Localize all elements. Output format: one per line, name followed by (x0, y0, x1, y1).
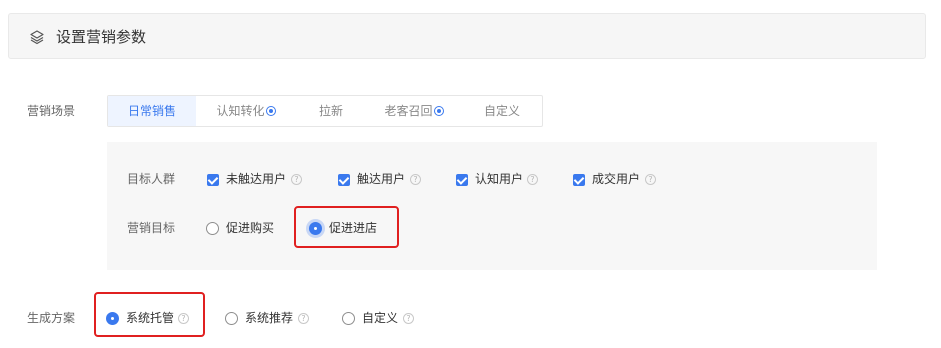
radio-system-recommend[interactable] (225, 312, 238, 325)
help-icon[interactable]: ? (645, 174, 656, 185)
option-label: 系统托管 (126, 311, 175, 325)
radio-promote-purchase[interactable] (206, 222, 219, 235)
option-label: 促进购买 (226, 221, 275, 235)
tab-cognition-conversion[interactable]: 认知转化 (200, 96, 292, 126)
radio-custom-plan[interactable] (342, 312, 355, 325)
checkbox-converted-users[interactable] (573, 174, 585, 186)
goal-label: 营销目标 (127, 221, 176, 235)
checkbox-cognition-users[interactable] (456, 174, 468, 186)
help-icon[interactable]: ? (410, 174, 421, 185)
badge-dot-icon (433, 106, 444, 116)
tab-custom[interactable]: 自定义 (462, 96, 542, 126)
checkbox-touched-users[interactable] (338, 174, 350, 186)
audience-goal-panel (107, 142, 877, 270)
option-label: 自定义 (362, 311, 399, 325)
option-label: 触达用户 (357, 172, 406, 186)
tab-new-customers[interactable]: 拉新 (298, 96, 364, 126)
help-icon[interactable]: ? (298, 313, 309, 324)
help-icon[interactable]: ? (291, 174, 302, 185)
plan-label: 生成方案 (27, 311, 76, 325)
scene-label: 营销场景 (27, 104, 76, 118)
audience-label: 目标人群 (127, 172, 176, 186)
help-icon[interactable]: ? (527, 174, 538, 185)
option-label: 成交用户 (592, 172, 641, 186)
option-label: 认知用户 (475, 172, 524, 186)
help-icon[interactable]: ? (403, 313, 414, 324)
scene-tabs: 日常销售 认知转化 拉新 老客召回 自定义 (107, 95, 543, 127)
option-label: 未触达用户 (226, 172, 287, 186)
tab-win-back[interactable]: 老客召回 (370, 96, 458, 126)
checkbox-untouched-users[interactable] (207, 174, 219, 186)
help-icon[interactable]: ? (178, 313, 189, 324)
layers-icon (30, 30, 44, 45)
option-label: 系统推荐 (245, 311, 294, 325)
radio-system-managed[interactable] (106, 312, 119, 325)
tab-daily-sales[interactable]: 日常销售 (108, 96, 196, 126)
section-header: 设置营销参数 (8, 13, 926, 59)
radio-promote-store-visit[interactable] (309, 222, 322, 235)
section-title: 设置营销参数 (56, 28, 147, 46)
badge-dot-icon (265, 106, 276, 116)
option-label: 促进进店 (329, 221, 378, 235)
